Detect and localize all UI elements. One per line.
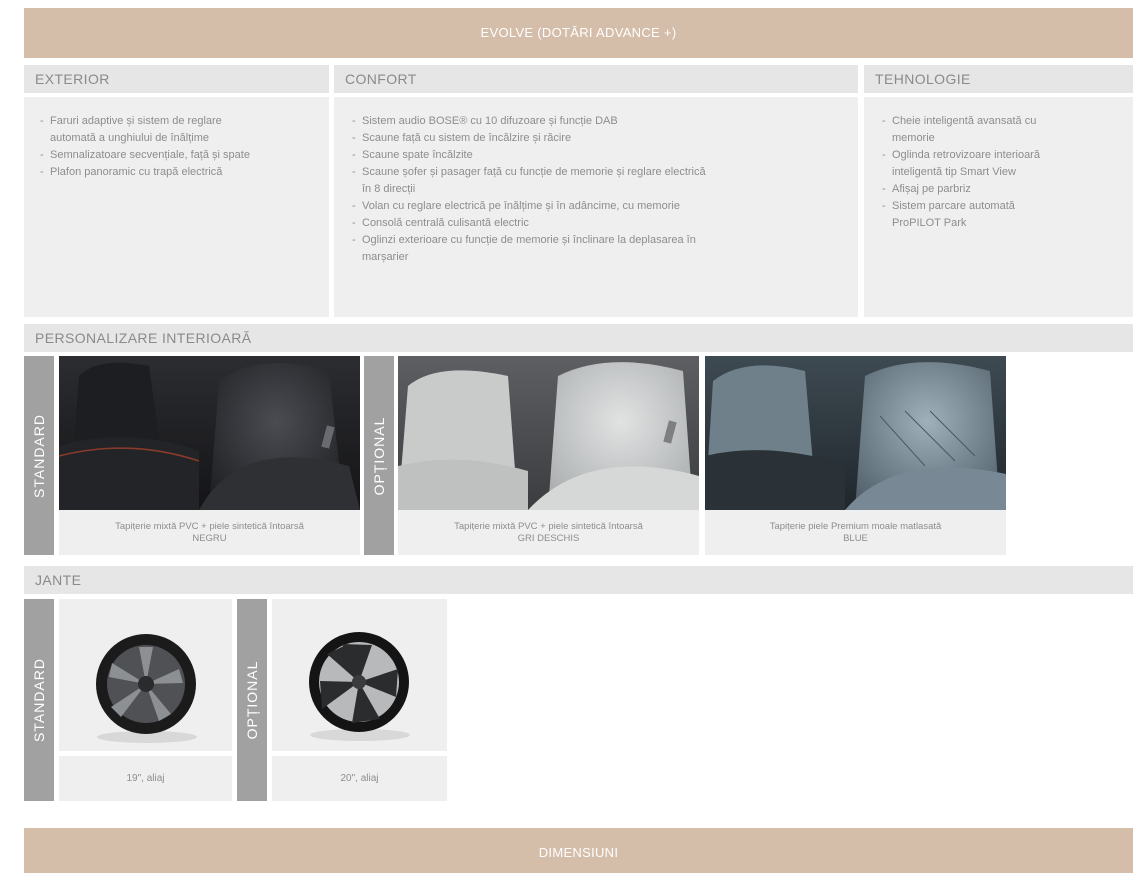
confort-list: Sistem audio BOSE® cu 10 difuzoare și fu… [350, 113, 846, 266]
list-item: Sistem parcare automatăProPILOT Park [880, 198, 1121, 232]
tehnologie-panel: Cheie inteligentă avansată cumemorie Ogl… [864, 97, 1133, 317]
list-item: Scaune față cu sistem de încălzire și ră… [350, 130, 846, 147]
seat-photo-blue [705, 356, 1006, 510]
interior-heading: PERSONALIZARE INTERIOARĂ [24, 324, 1133, 352]
list-item: Sistem audio BOSE® cu 10 difuzoare și fu… [350, 113, 846, 130]
list-item: Cheie inteligentă avansată cumemorie [880, 113, 1121, 147]
list-item: Scaune spate încălzite [350, 147, 846, 164]
exterior-panel: Faruri adaptive și sistem de reglareauto… [24, 97, 329, 317]
list-item: Oglinzi exterioare cu funcție de memorie… [350, 232, 846, 266]
wheel-19-label: 19", aliaj [59, 756, 232, 801]
list-item: Semnalizatoare secvențiale, față și spat… [38, 147, 317, 164]
list-item: Scaune șofer și pasager față cu funcție … [350, 164, 846, 198]
section-title-evolve: EVOLVE (DOTĂRI ADVANCE +) [24, 8, 1133, 58]
seat-grey-image [398, 356, 699, 510]
exterior-list: Faruri adaptive și sistem de reglareauto… [38, 113, 317, 181]
optional-tab: OPȚIONAL [364, 356, 394, 555]
seat-photo-light-grey [398, 356, 699, 510]
list-item: Oglinda retrovizoare interioarăinteligen… [880, 147, 1121, 181]
seat-blue-image [705, 356, 1006, 510]
tehnologie-list: Cheie inteligentă avansată cumemorie Ogl… [880, 113, 1121, 232]
list-item: Volan cu reglare electrică pe înălțime ș… [350, 198, 846, 215]
section-title-dimensiuni: DIMENSIUNI [24, 828, 1133, 873]
wheel-19-icon [96, 634, 197, 743]
wheel-20-icon [309, 632, 410, 741]
confort-heading: CONFORT [334, 65, 858, 93]
list-item: Afișaj pe parbriz [880, 181, 1121, 198]
confort-panel: Sistem audio BOSE® cu 10 difuzoare și fu… [334, 97, 858, 317]
standard-tab: STANDARD [24, 356, 54, 555]
exterior-heading: EXTERIOR [24, 65, 329, 93]
seat-caption-grey: Tapițerie mixtă PVC + piele sintetică în… [398, 510, 699, 555]
jante-heading: JANTE [24, 566, 1133, 594]
wheel-19-image-box [59, 599, 232, 751]
tehnologie-heading: TEHNOLOGIE [864, 65, 1133, 93]
jante-standard-tab: STANDARD [24, 599, 54, 801]
seat-caption-black: Tapițerie mixtă PVC + piele sintetică în… [59, 510, 360, 555]
jante-optional-tab: OPȚIONAL [237, 599, 267, 801]
seat-photo-black [59, 356, 360, 510]
list-item: Faruri adaptive și sistem de reglareauto… [38, 113, 317, 147]
wheel-20-image-box [272, 599, 447, 751]
list-item: Plafon panoramic cu trapă electrică [38, 164, 317, 181]
seat-black-image [59, 356, 360, 510]
seat-caption-blue: Tapițerie piele Premium moale matlasată … [705, 510, 1006, 555]
wheel-20-label: 20", aliaj [272, 756, 447, 801]
list-item: Consolă centrală culisantă electric [350, 215, 846, 232]
